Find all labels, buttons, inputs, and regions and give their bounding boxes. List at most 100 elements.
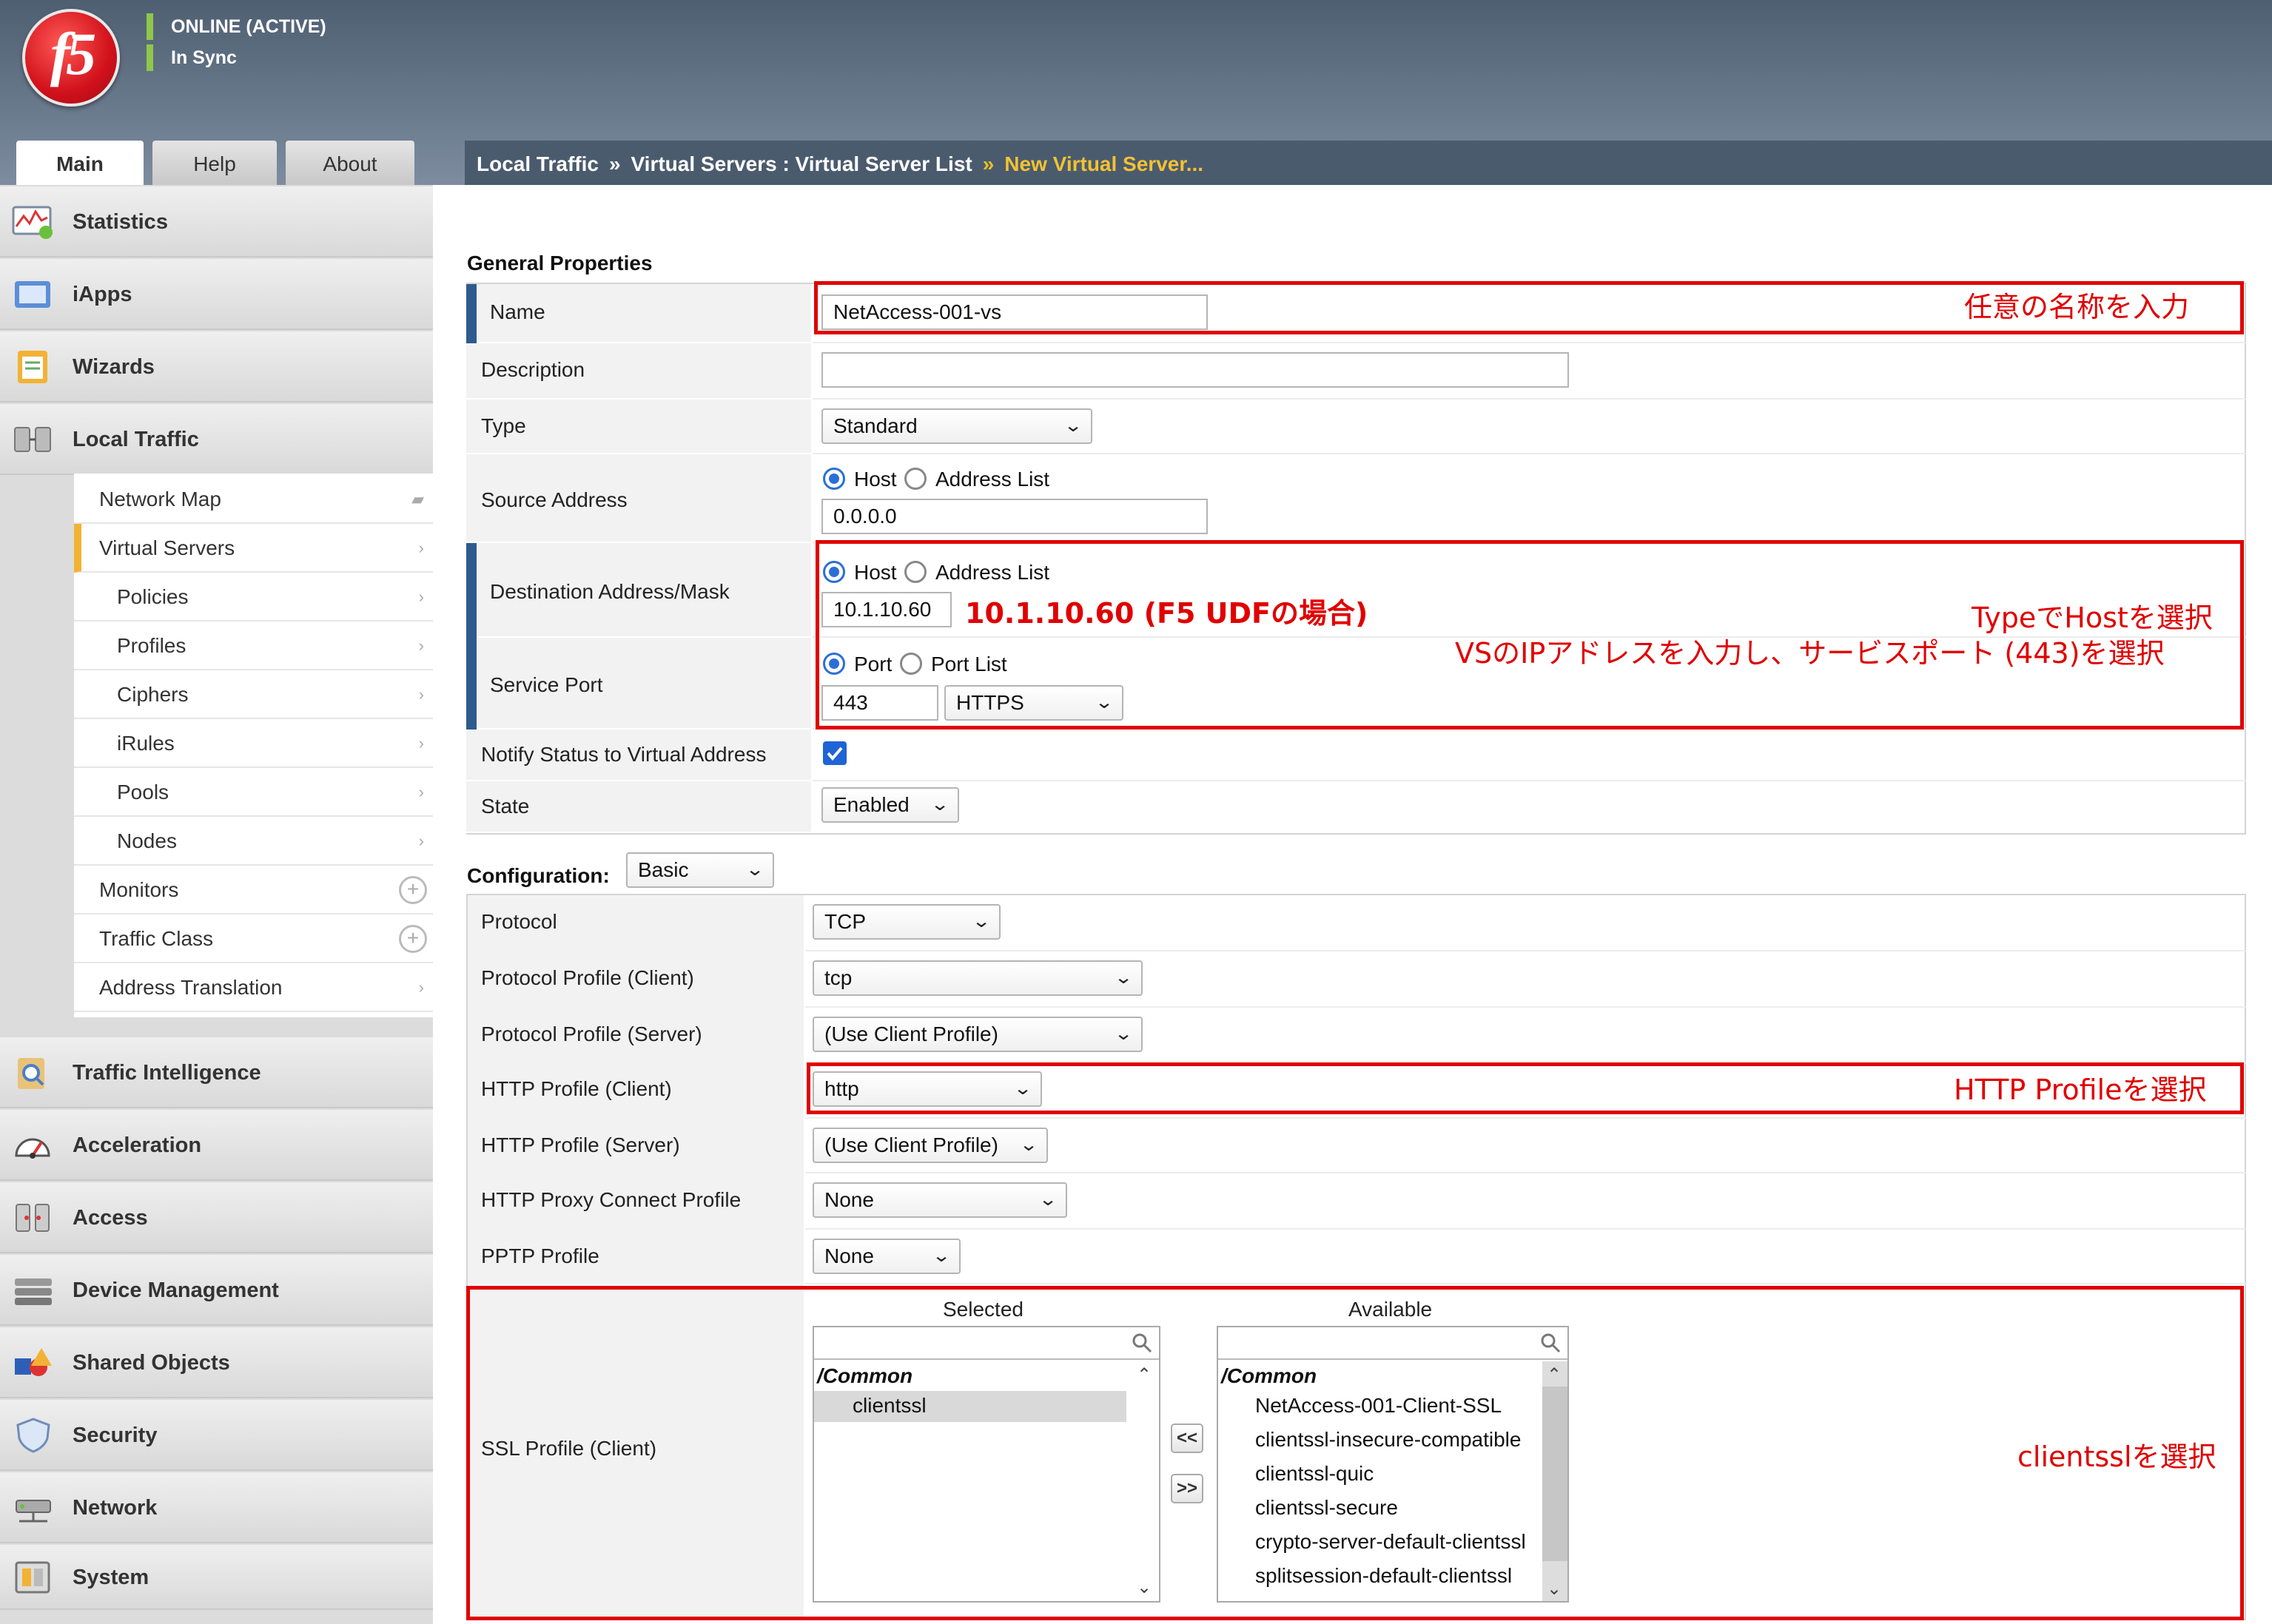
- checkmark-icon: [827, 747, 843, 761]
- general-properties-heading: General Properties: [467, 252, 653, 274]
- row-divider: [813, 453, 2246, 454]
- sidebar-item-iapps[interactable]: iApps: [0, 259, 433, 330]
- shared-objects-icon: [15, 1348, 52, 1376]
- notify-status-label: Notify Status to Virtual Address: [481, 743, 767, 766]
- add-icon[interactable]: +: [399, 925, 427, 953]
- statistics-icon: [12, 206, 53, 239]
- chevron-down-icon: ⌄: [1113, 968, 1134, 988]
- breadcrumb-virtual-server-list[interactable]: Virtual Servers : Virtual Server List: [631, 152, 972, 175]
- row-divider: [805, 1228, 2246, 1230]
- chevron-right-icon: ›: [418, 832, 424, 850]
- configuration-heading: Configuration:: [467, 864, 610, 887]
- row-divider: [805, 1283, 2246, 1284]
- row-divider: [813, 342, 2246, 343]
- state-label: State: [481, 795, 530, 818]
- source-host-radio[interactable]: [823, 468, 845, 490]
- sidebar-item-local-traffic[interactable]: Local Traffic: [0, 404, 433, 475]
- source-address-label: Source Address: [481, 488, 628, 511]
- f5-logo[interactable]: f5: [22, 9, 120, 107]
- submenu-virtual-servers[interactable]: Virtual Servers ›: [74, 524, 433, 573]
- iapps-icon: [15, 281, 50, 308]
- row-divider: [805, 1172, 2246, 1173]
- source-address-list-label: Address List: [935, 468, 1050, 491]
- submenu-address-translation[interactable]: Address Translation ›: [74, 963, 433, 1012]
- protocol-profile-client-select[interactable]: tcp ⌄: [813, 960, 1143, 996]
- protocol-select[interactable]: TCP ⌄: [813, 904, 1001, 940]
- breadcrumb: Local Traffic » Virtual Servers : Virtual …: [465, 141, 2272, 185]
- chevron-right-icon: ›: [418, 539, 424, 557]
- required-marker: [466, 284, 477, 343]
- submenu-ciphers[interactable]: Ciphers ›: [74, 670, 433, 719]
- map-icon: ▰: [411, 490, 424, 508]
- source-host-label: Host: [854, 468, 897, 491]
- name-label: Name: [490, 300, 545, 323]
- breadcrumb-sep: »: [608, 152, 621, 175]
- state-select[interactable]: Enabled ⌄: [821, 787, 959, 823]
- submenu-profiles[interactable]: Profiles ›: [74, 621, 433, 670]
- source-address-list-radio[interactable]: [904, 468, 927, 490]
- row-divider: [805, 1117, 2246, 1119]
- chevron-right-icon: ›: [418, 636, 424, 655]
- annotation-destination-line1: TypeでHostを選択: [1972, 602, 2213, 634]
- http-proxy-connect-label: HTTP Proxy Connect Profile: [481, 1188, 742, 1211]
- chevron-down-icon: ⌄: [1038, 1190, 1058, 1210]
- breadcrumb-local-traffic[interactable]: Local Traffic: [477, 152, 599, 175]
- status-online: ONLINE (ACTIVE): [147, 13, 326, 40]
- annotation-http: HTTP Profileを選択: [1954, 1074, 2207, 1106]
- sidebar-item-wizards[interactable]: Wizards: [0, 331, 433, 402]
- sidebar-item-shared-objects[interactable]: Shared Objects: [0, 1327, 433, 1398]
- submenu-network-map[interactable]: Network Map ▰: [74, 475, 433, 524]
- tab-about[interactable]: About: [286, 141, 414, 185]
- chevron-right-icon: ›: [418, 734, 424, 752]
- status-sync: In Sync: [147, 44, 237, 71]
- http-profile-server-select[interactable]: (Use Client Profile) ⌄: [813, 1128, 1048, 1163]
- annotation-box-ssl: [466, 1286, 2244, 1620]
- pptp-profile-select[interactable]: None ⌄: [813, 1239, 961, 1274]
- sidebar-item-security[interactable]: Security: [0, 1400, 433, 1471]
- submenu-policies[interactable]: Policies ›: [74, 573, 433, 621]
- protocol-profile-server-label: Protocol Profile (Server): [481, 1022, 702, 1045]
- tab-help[interactable]: Help: [152, 141, 277, 185]
- required-marker: [466, 638, 477, 730]
- destination-label: Destination Address/Mask: [490, 580, 730, 603]
- add-icon[interactable]: +: [399, 876, 427, 904]
- notify-status-checkbox[interactable]: [823, 741, 847, 765]
- submenu-irules[interactable]: iRules ›: [74, 719, 433, 768]
- configuration-mode-select[interactable]: Basic ⌄: [626, 852, 774, 888]
- sidebar-item-acceleration[interactable]: Acceleration: [0, 1110, 433, 1181]
- sidebar-item-system[interactable]: System: [0, 1545, 433, 1610]
- protocol-profile-server-select[interactable]: (Use Client Profile) ⌄: [813, 1017, 1143, 1052]
- chevron-right-icon: ›: [418, 978, 424, 997]
- row-divider: [813, 780, 2246, 781]
- wizards-icon: [18, 351, 47, 383]
- submenu-pools[interactable]: Pools ›: [74, 768, 433, 817]
- service-port-label: Service Port: [490, 673, 603, 696]
- tab-main[interactable]: Main: [16, 141, 144, 185]
- sidebar-item-access[interactable]: Access: [0, 1182, 433, 1253]
- sidebar-item-network[interactable]: Network: [0, 1472, 433, 1543]
- system-icon: [15, 1561, 50, 1594]
- sidebar-item-traffic-intelligence[interactable]: Traffic Intelligence: [0, 1037, 433, 1108]
- row-divider: [805, 1006, 2246, 1008]
- submenu-traffic-class[interactable]: Traffic Class +: [74, 914, 433, 963]
- submenu-nodes[interactable]: Nodes ›: [74, 817, 433, 866]
- network-icon: [16, 1500, 51, 1523]
- chevron-down-icon: ⌄: [1063, 416, 1083, 436]
- type-label: Type: [481, 414, 526, 437]
- type-select[interactable]: Standard ⌄: [821, 408, 1092, 444]
- annotation-destination-inline: 10.1.10.60 (F5 UDFの場合): [965, 597, 1368, 630]
- chevron-right-icon: ›: [418, 783, 424, 801]
- row-divider: [813, 398, 2246, 400]
- source-address-input[interactable]: 0.0.0.0: [821, 499, 1208, 534]
- device-management-icon: [15, 1278, 52, 1305]
- submenu-monitors[interactable]: Monitors +: [74, 866, 433, 914]
- http-proxy-connect-select[interactable]: None ⌄: [813, 1182, 1067, 1218]
- chevron-down-icon: ⌄: [1113, 1024, 1134, 1044]
- description-input[interactable]: [821, 352, 1569, 388]
- http-profile-client-label: HTTP Profile (Client): [481, 1077, 672, 1100]
- sidebar-item-statistics[interactable]: Statistics: [0, 186, 433, 257]
- breadcrumb-sep: »: [982, 152, 995, 175]
- chevron-down-icon: ⌄: [1018, 1135, 1039, 1155]
- sidebar-item-device-management[interactable]: Device Management: [0, 1255, 433, 1326]
- traffic-intelligence-icon: [18, 1058, 44, 1089]
